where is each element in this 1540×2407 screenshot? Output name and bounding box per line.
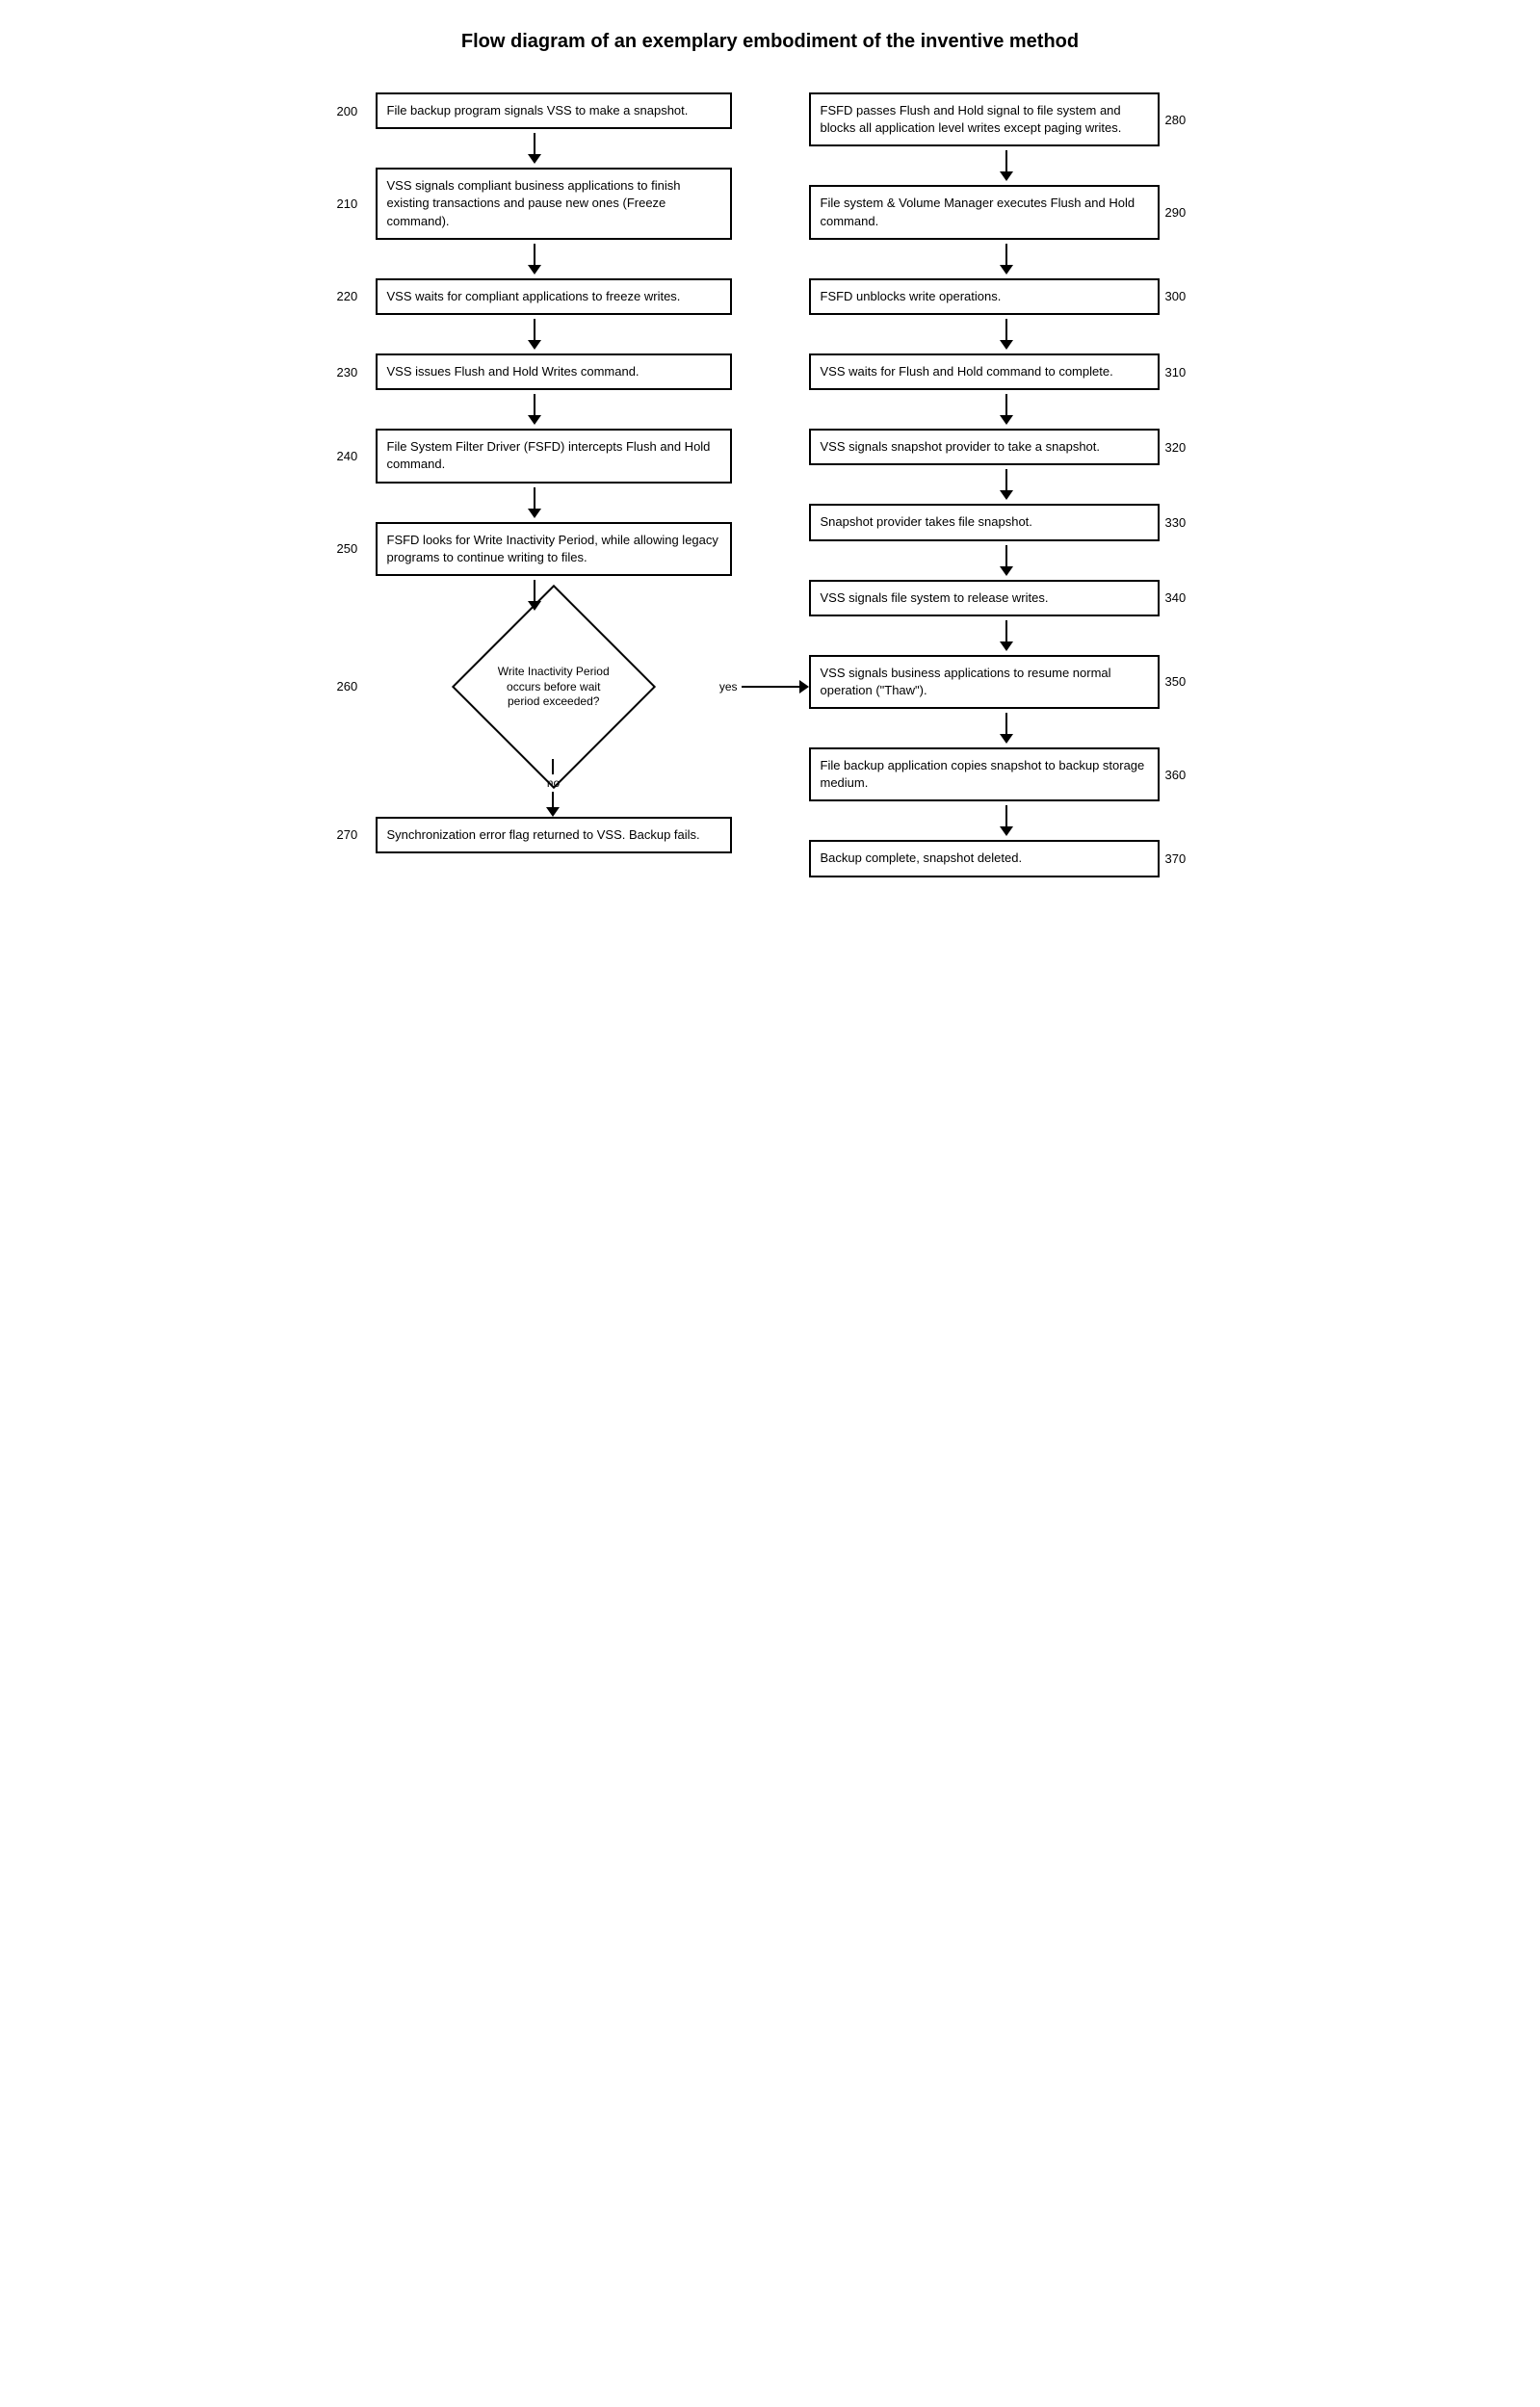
step-200-row: 200 File backup program signals VSS to m… bbox=[337, 92, 732, 129]
left-column: 200 File backup program signals VSS to m… bbox=[337, 92, 732, 853]
box-360: File backup application copies snapshot … bbox=[809, 747, 1160, 801]
step-340-row: VSS signals file system to release write… bbox=[809, 580, 1204, 616]
page-title: Flow diagram of an exemplary embodiment … bbox=[461, 29, 1079, 54]
box-340: VSS signals file system to release write… bbox=[809, 580, 1160, 616]
step-350-row: VSS signals business applications to res… bbox=[809, 655, 1204, 709]
box-240: File System Filter Driver (FSFD) interce… bbox=[376, 429, 732, 483]
box-350: VSS signals business applications to res… bbox=[809, 655, 1160, 709]
step-360-row: File backup application copies snapshot … bbox=[809, 747, 1204, 801]
box-320: VSS signals snapshot provider to take a … bbox=[809, 429, 1160, 465]
box-220: VSS waits for compliant applications to … bbox=[376, 278, 732, 315]
step-320-row: VSS signals snapshot provider to take a … bbox=[809, 429, 1204, 465]
right-column: FSFD passes Flush and Hold signal to fil… bbox=[809, 92, 1204, 877]
arrow-310-320 bbox=[1000, 394, 1013, 425]
arrow-350-360 bbox=[1000, 713, 1013, 744]
label-240: 240 bbox=[337, 449, 376, 463]
label-360: 360 bbox=[1165, 768, 1204, 782]
step-330-row: Snapshot provider takes file snapshot. 3… bbox=[809, 504, 1204, 540]
arrow-290-300 bbox=[1000, 244, 1013, 275]
label-220: 220 bbox=[337, 289, 376, 303]
arrow-280-290 bbox=[1000, 150, 1013, 181]
arrow-210-220 bbox=[528, 244, 541, 275]
box-280: FSFD passes Flush and Hold signal to fil… bbox=[809, 92, 1160, 146]
box-250: FSFD looks for Write Inactivity Period, … bbox=[376, 522, 732, 576]
label-200: 200 bbox=[337, 104, 376, 118]
yes-label: yes bbox=[719, 680, 738, 693]
arrow-230-240 bbox=[528, 394, 541, 425]
arrow-340-350 bbox=[1000, 620, 1013, 651]
arrow-220-230 bbox=[528, 319, 541, 350]
box-270: Synchronization error flag returned to V… bbox=[376, 817, 732, 853]
label-310: 310 bbox=[1165, 365, 1204, 379]
label-260: 260 bbox=[337, 679, 376, 693]
label-320: 320 bbox=[1165, 440, 1204, 455]
box-230: VSS issues Flush and Hold Writes command… bbox=[376, 353, 732, 390]
label-300: 300 bbox=[1165, 289, 1204, 303]
step-220-row: 220 VSS waits for compliant applications… bbox=[337, 278, 732, 315]
arrow-300-310 bbox=[1000, 319, 1013, 350]
step-270-row: 270 Synchronization error flag returned … bbox=[337, 817, 732, 853]
step-230-row: 230 VSS issues Flush and Hold Writes com… bbox=[337, 353, 732, 390]
diamond-260-text: Write Inactivity Period occurs before wa… bbox=[496, 664, 612, 709]
diamond-260: Write Inactivity Period occurs before wa… bbox=[451, 585, 655, 789]
diamond-260-section: 260 Write Inactivity Period occurs befor… bbox=[337, 615, 732, 759]
box-370: Backup complete, snapshot deleted. bbox=[809, 840, 1160, 876]
label-280: 280 bbox=[1165, 113, 1204, 127]
arrow-360-370 bbox=[1000, 805, 1013, 836]
label-250: 250 bbox=[337, 541, 376, 556]
label-230: 230 bbox=[337, 365, 376, 379]
step-240-row: 240 File System Filter Driver (FSFD) int… bbox=[337, 429, 732, 483]
box-310: VSS waits for Flush and Hold command to … bbox=[809, 353, 1160, 390]
box-300: FSFD unblocks write operations. bbox=[809, 278, 1160, 315]
step-250-row: 250 FSFD looks for Write Inactivity Peri… bbox=[337, 522, 732, 576]
step-370-row: Backup complete, snapshot deleted. 370 bbox=[809, 840, 1204, 876]
step-290-row: File system & Volume Manager executes Fl… bbox=[809, 185, 1204, 239]
diagram: 200 File backup program signals VSS to m… bbox=[337, 92, 1204, 877]
arrow-240-250 bbox=[528, 487, 541, 518]
box-200: File backup program signals VSS to make … bbox=[376, 92, 732, 129]
label-210: 210 bbox=[337, 196, 376, 211]
box-210: VSS signals compliant business applicati… bbox=[376, 168, 732, 240]
label-290: 290 bbox=[1165, 205, 1204, 220]
step-210-row: 210 VSS signals compliant business appli… bbox=[337, 168, 732, 240]
label-370: 370 bbox=[1165, 851, 1204, 866]
label-340: 340 bbox=[1165, 590, 1204, 605]
box-290: File system & Volume Manager executes Fl… bbox=[809, 185, 1160, 239]
yes-arrow-container: yes bbox=[716, 678, 809, 695]
arrow-330-340 bbox=[1000, 545, 1013, 576]
label-350: 350 bbox=[1165, 674, 1204, 689]
step-300-row: FSFD unblocks write operations. 300 bbox=[809, 278, 1204, 315]
label-270: 270 bbox=[337, 827, 376, 842]
page: Flow diagram of an exemplary embodiment … bbox=[337, 29, 1204, 2378]
label-330: 330 bbox=[1165, 515, 1204, 530]
arrow-320-330 bbox=[1000, 469, 1013, 500]
step-310-row: VSS waits for Flush and Hold command to … bbox=[809, 353, 1204, 390]
step-280-row: FSFD passes Flush and Hold signal to fil… bbox=[809, 92, 1204, 146]
arrow-200-210 bbox=[528, 133, 541, 164]
box-330: Snapshot provider takes file snapshot. bbox=[809, 504, 1160, 540]
